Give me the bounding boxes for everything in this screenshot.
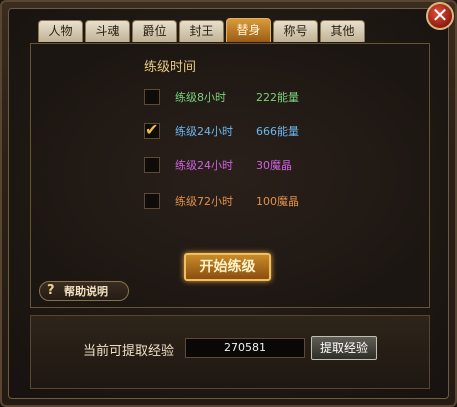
question-icon: ? — [47, 283, 55, 298]
option-cost: 30魔晶 — [256, 159, 292, 172]
section-title: 练级时间 — [144, 60, 197, 75]
option-row: 练级72小时 100魔晶 — [144, 192, 299, 210]
close-icon[interactable]: ✕ — [426, 2, 454, 30]
option-label: 练级24小时 — [175, 159, 233, 172]
option-row: 练级24小时 30魔晶 — [144, 156, 292, 174]
option-cost: 666能量 — [256, 125, 299, 138]
option-label: 练级24小时 — [175, 125, 233, 138]
start-training-button[interactable]: 开始练级 — [184, 253, 271, 281]
tab-title[interactable]: 称号 — [273, 20, 318, 42]
help-button[interactable]: ? 帮助说明 — [39, 281, 129, 301]
check-mark-icon: ✔ — [145, 120, 159, 139]
tab-soul[interactable]: 斗魂 — [85, 20, 130, 42]
option-checkbox[interactable] — [144, 193, 160, 209]
tab-other[interactable]: 其他 — [320, 20, 365, 42]
option-label: 练级72小时 — [175, 195, 233, 208]
tab-rank[interactable]: 爵位 — [132, 20, 177, 42]
tab-king[interactable]: 封王 — [179, 20, 224, 42]
option-checkbox[interactable]: ✔ — [144, 120, 160, 139]
option-checkbox[interactable] — [144, 89, 160, 105]
tab-character[interactable]: 人物 — [38, 20, 83, 42]
option-label: 练级8小时 — [175, 91, 226, 104]
option-row: 练级8小时 222能量 — [144, 88, 299, 106]
tab-bar: 人物 斗魂 爵位 封王 替身 称号 其他 — [38, 18, 365, 44]
option-row: ✔ 练级24小时 666能量 — [144, 120, 299, 140]
help-label: 帮助说明 — [64, 285, 108, 298]
option-cost: 100魔晶 — [256, 195, 299, 208]
tab-double[interactable]: 替身 — [226, 18, 271, 42]
option-cost: 222能量 — [256, 91, 299, 104]
option-checkbox[interactable] — [144, 157, 160, 173]
experience-label: 当前可提取经验 — [83, 344, 175, 359]
extract-experience-button[interactable]: 提取经验 — [311, 336, 377, 360]
experience-value: 270581 — [185, 338, 305, 358]
